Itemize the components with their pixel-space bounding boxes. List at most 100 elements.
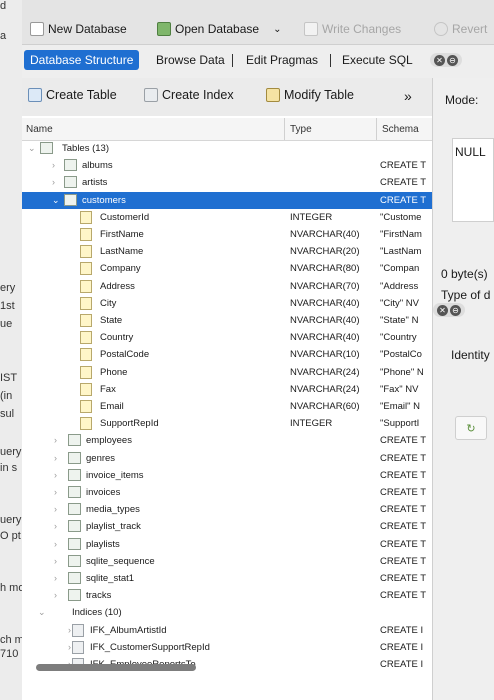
row-type: NVARCHAR(40) bbox=[290, 297, 360, 309]
refresh-icon[interactable]: ↻ bbox=[455, 416, 487, 440]
expand-chevron-icon[interactable]: › bbox=[68, 642, 71, 652]
row-type: NVARCHAR(60) bbox=[290, 401, 360, 412]
collapse-chevron-icon[interactable]: ⌄ bbox=[28, 143, 36, 154]
background-text-fragment: IST bbox=[0, 372, 18, 384]
tree-row-table[interactable]: › invoice_items CREATE T bbox=[22, 467, 432, 484]
tree-row-index[interactable]: › IFK_AlbumArtistId CREATE I bbox=[22, 622, 432, 639]
table-icon bbox=[68, 486, 81, 498]
tree-row-table[interactable]: › albums CREATE T bbox=[22, 157, 432, 174]
revert-button[interactable]: Revert bbox=[434, 20, 487, 38]
create-table-button[interactable]: Create Table bbox=[28, 88, 117, 102]
table-icon bbox=[68, 503, 81, 516]
restore-icon[interactable]: ⊖ bbox=[447, 54, 458, 66]
expand-chevron-icon[interactable]: › bbox=[54, 504, 57, 514]
tree-row-field[interactable]: Email NVARCHAR(60) "Email" N bbox=[22, 398, 432, 415]
tab-browse-data[interactable]: Browse Data bbox=[150, 50, 231, 70]
create-table-label: Create Table bbox=[46, 88, 117, 102]
tree-row-field[interactable]: Phone NVARCHAR(24) "Phone" N bbox=[22, 364, 432, 381]
row-schema: "Country bbox=[380, 332, 417, 344]
tree-row-table[interactable]: › playlist_track CREATE T bbox=[22, 518, 432, 535]
expand-chevron-icon[interactable]: › bbox=[54, 556, 57, 566]
table-icon bbox=[40, 142, 53, 154]
cell-value-editor[interactable]: NULL bbox=[452, 138, 494, 222]
row-name: Address bbox=[100, 280, 135, 292]
expand-chevron-icon[interactable]: › bbox=[54, 453, 57, 463]
close-icon[interactable]: ✕ bbox=[437, 304, 448, 316]
tree-row-field[interactable]: State NVARCHAR(40) "State" N bbox=[22, 312, 432, 329]
column-header-schema[interactable]: Schema bbox=[382, 124, 419, 135]
open-dropdown-chevron-icon[interactable]: ⌄ bbox=[273, 24, 281, 35]
field-icon bbox=[80, 279, 92, 293]
tree-row-field[interactable]: Company NVARCHAR(80) "Compan bbox=[22, 260, 432, 277]
restore-icon[interactable]: ⊖ bbox=[450, 304, 461, 316]
column-divider[interactable] bbox=[376, 118, 377, 140]
tree-row-table[interactable]: › media_types CREATE T bbox=[22, 501, 432, 518]
tab-divider bbox=[232, 54, 233, 67]
row-name: State bbox=[100, 315, 123, 326]
field-icon bbox=[80, 262, 92, 276]
type-of-data-label: Type of d bbox=[441, 288, 491, 302]
expand-chevron-icon[interactable]: › bbox=[52, 160, 55, 170]
expand-chevron-icon[interactable]: › bbox=[54, 470, 57, 480]
tree-row-field[interactable]: Country NVARCHAR(40) "Country bbox=[22, 329, 432, 346]
expand-chevron-icon[interactable]: › bbox=[54, 590, 57, 600]
background-text-fragment: d bbox=[0, 0, 7, 12]
tree-row-field[interactable]: CustomerId INTEGER "Custome bbox=[22, 209, 432, 226]
expand-chevron-icon[interactable]: › bbox=[54, 539, 57, 549]
row-schema: CREATE T bbox=[380, 590, 427, 602]
field-icon bbox=[80, 400, 92, 413]
toolbar-overflow-button[interactable]: » bbox=[404, 88, 412, 104]
tree-row-field[interactable]: SupportRepId INTEGER "SupportI bbox=[22, 415, 432, 432]
tree-row-group[interactable]: ⌄ Tables (13) bbox=[22, 140, 432, 157]
tree-row-table[interactable]: › artists CREATE T bbox=[22, 174, 432, 191]
pane-close-controls[interactable]: ✕ ⊖ bbox=[433, 303, 465, 317]
background-text-fragment: 710 bbox=[0, 648, 19, 660]
tree-row-table[interactable]: ⌄ customers CREATE T bbox=[22, 191, 432, 209]
tree-row-field[interactable]: PostalCode NVARCHAR(10) "PostalCo bbox=[22, 346, 432, 363]
expand-chevron-icon[interactable]: › bbox=[54, 573, 57, 583]
tree-row-field[interactable]: LastName NVARCHAR(20) "LastNam bbox=[22, 243, 432, 260]
tree-row-index[interactable]: › IFK_CustomerSupportRepId CREATE I bbox=[22, 639, 432, 656]
tree-row-table[interactable]: › tracks CREATE T bbox=[22, 587, 432, 604]
tab-divider bbox=[330, 54, 331, 67]
row-schema: CREATE T bbox=[380, 487, 427, 498]
expand-chevron-icon[interactable]: › bbox=[54, 487, 57, 497]
column-divider[interactable] bbox=[284, 118, 285, 140]
collapse-chevron-icon[interactable]: ⌄ bbox=[38, 607, 46, 618]
close-icon[interactable]: ✕ bbox=[434, 54, 445, 66]
tab-bar: Database Structure Browse Data Edit Prag… bbox=[22, 48, 494, 72]
tab-edit-pragmas[interactable]: Edit Pragmas bbox=[240, 50, 324, 70]
tree-row-table[interactable]: › sqlite_stat1 CREATE T bbox=[22, 570, 432, 587]
open-database-button[interactable]: Open Database ⌄ bbox=[157, 20, 281, 38]
tab-close-controls[interactable]: ✕ ⊖ bbox=[430, 53, 462, 67]
row-name: invoice_items bbox=[86, 469, 144, 481]
tree-row-table[interactable]: › playlists CREATE T bbox=[22, 536, 432, 553]
expand-chevron-icon[interactable]: › bbox=[68, 625, 71, 635]
tab-execute-sql[interactable]: Execute SQL bbox=[336, 50, 419, 70]
new-database-button[interactable]: New Database bbox=[30, 20, 127, 38]
tree-row-field[interactable]: Address NVARCHAR(70) "Address bbox=[22, 278, 432, 295]
column-header-type[interactable]: Type bbox=[290, 124, 312, 135]
open-database-label: Open Database bbox=[175, 22, 260, 36]
column-header-name[interactable]: Name bbox=[26, 124, 53, 135]
tree-row-table[interactable]: › invoices CREATE T bbox=[22, 484, 432, 501]
collapse-chevron-icon[interactable]: ⌄ bbox=[52, 195, 60, 206]
horizontal-scrollbar-thumb[interactable] bbox=[36, 664, 196, 671]
expand-chevron-icon[interactable]: › bbox=[52, 177, 55, 187]
tree-row-field[interactable]: Fax NVARCHAR(24) "Fax" NV bbox=[22, 381, 432, 398]
tree-row-table[interactable]: › employees CREATE T bbox=[22, 432, 432, 449]
tree-row-table[interactable]: › genres CREATE T bbox=[22, 450, 432, 467]
expand-chevron-icon[interactable]: › bbox=[54, 521, 57, 531]
tree-row-field[interactable]: FirstName NVARCHAR(40) "FirstNam bbox=[22, 226, 432, 243]
modify-table-button[interactable]: Modify Table bbox=[266, 88, 354, 102]
tab-database-structure[interactable]: Database Structure bbox=[24, 50, 140, 70]
create-index-button[interactable]: Create Index bbox=[144, 88, 234, 102]
tree-row-group[interactable]: ⌄ Indices (10) bbox=[22, 604, 432, 621]
row-schema: CREATE T bbox=[380, 469, 427, 481]
row-type: NVARCHAR(40) bbox=[290, 229, 360, 240]
tree-row-table[interactable]: › sqlite_sequence CREATE T bbox=[22, 553, 432, 570]
background-text-fragment: uery bbox=[0, 514, 22, 526]
expand-chevron-icon[interactable]: › bbox=[54, 435, 57, 445]
write-changes-button[interactable]: Write Changes bbox=[304, 20, 401, 38]
tree-row-field[interactable]: City NVARCHAR(40) "City" NV bbox=[22, 295, 432, 312]
